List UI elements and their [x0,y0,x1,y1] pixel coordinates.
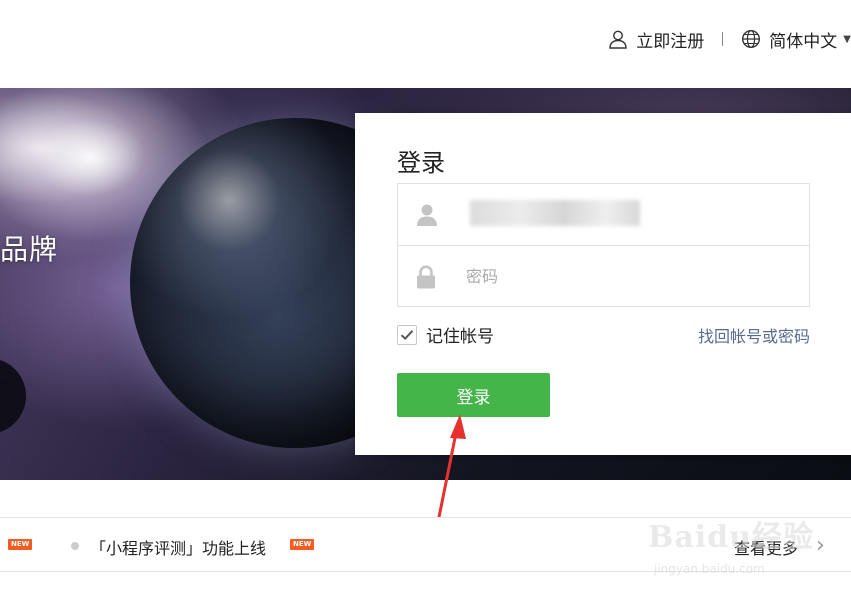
account-value-blurred [470,200,640,226]
language-switcher[interactable]: 简体中文 ▼ [741,27,851,52]
remember-label: 记住帐号 [426,327,494,347]
user-icon [417,204,437,226]
caret-down-icon: ▼ [843,33,851,45]
chevron-right-icon[interactable]: › [816,533,825,558]
password-row[interactable] [398,245,809,307]
banner-slogan: 品牌 [0,233,59,266]
watermark-logo: Baidu经验 [648,520,814,555]
new-badge: NEW [8,539,33,550]
password-input[interactable] [466,267,786,286]
credentials-group [397,183,810,307]
remember-checkbox[interactable] [397,324,417,345]
checkmark-icon [400,329,414,340]
nav-divider [722,32,724,46]
register-link[interactable]: 立即注册 [608,27,704,52]
language-label: 简体中文 [769,31,838,52]
top-nav: 立即注册 简体中文 ▼ [608,24,851,54]
register-label: 立即注册 [636,31,705,52]
user-outline-icon [609,30,627,49]
banner-decoration [0,358,26,434]
news-item-link[interactable]: 「小程序评测」功能上线 [90,535,266,559]
login-button[interactable]: 登录 [397,373,550,417]
login-page: 立即注册 简体中文 ▼ 品牌 登录 记住帐号 找回帐号或密码 登录 NEW 「小… [0,0,851,603]
top-bar: 立即注册 简体中文 ▼ [0,0,851,88]
forgot-password-link[interactable]: 找回帐号或密码 [698,323,810,347]
login-card: 登录 记住帐号 找回帐号或密码 登录 [355,113,851,455]
globe-icon [742,29,761,49]
account-row[interactable] [398,184,809,245]
annotation-arrow-icon [436,414,466,523]
bullet-dot [71,542,79,550]
new-badge: NEW [290,539,315,550]
lock-icon [417,264,435,288]
remember-account[interactable]: 记住帐号 [397,322,494,347]
watermark-url: jingyan.baidu.com [654,562,765,576]
watermark: Baidu经验 jingyan.baidu.com [648,512,814,576]
login-title: 登录 [397,149,445,177]
